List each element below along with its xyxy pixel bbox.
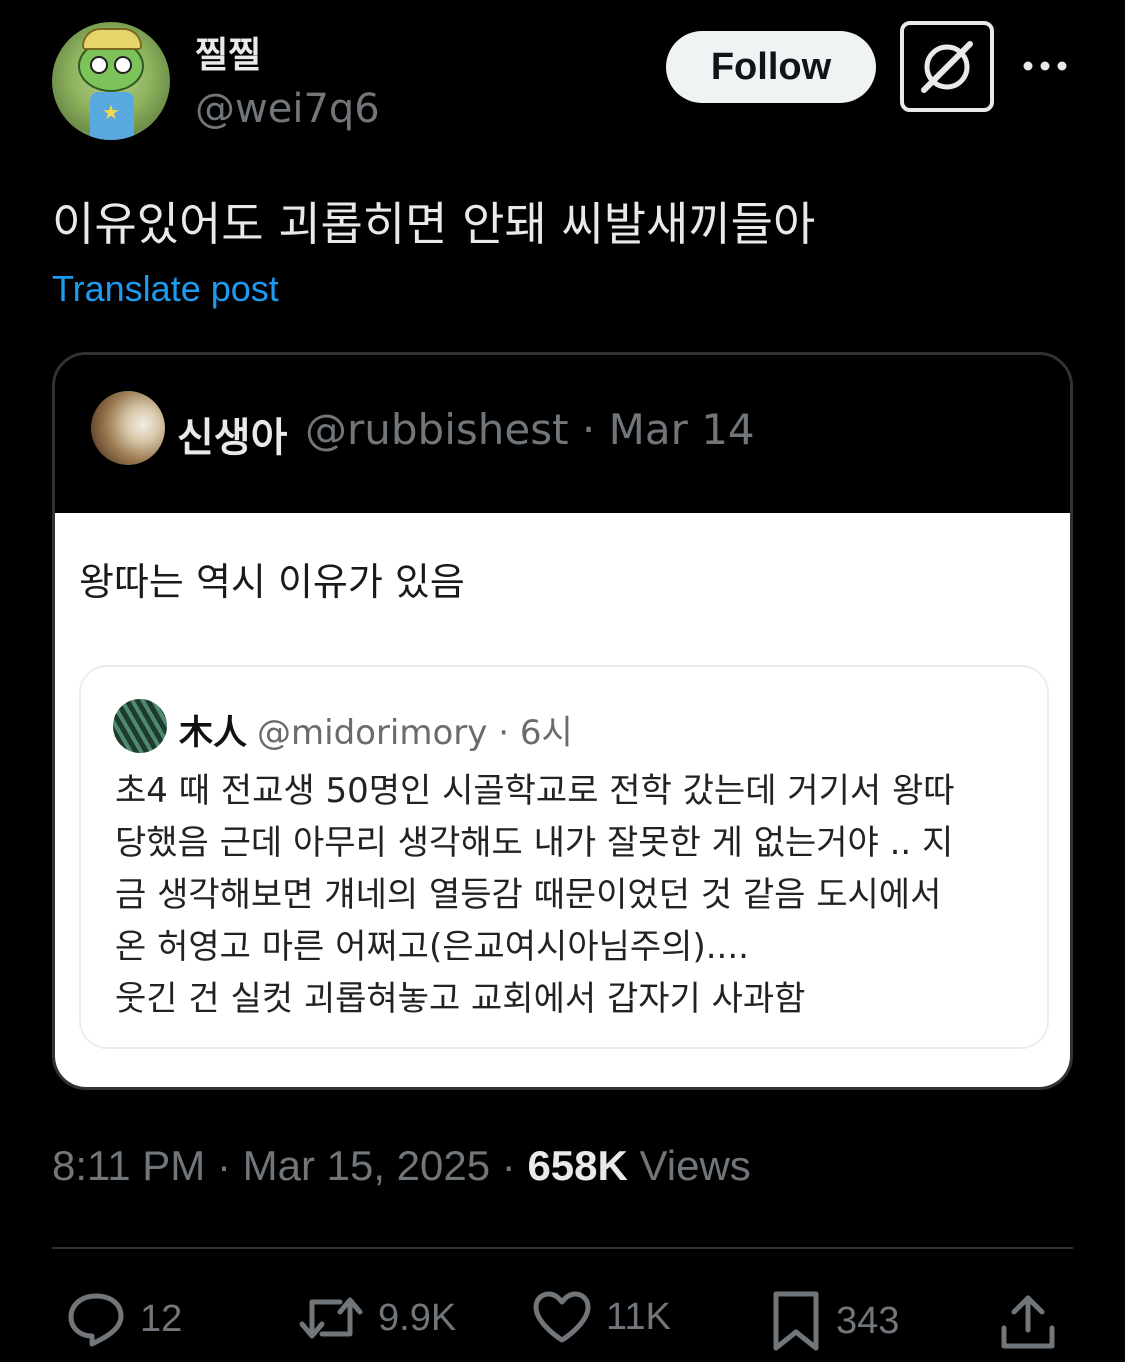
inner-author-meta: @midorimory · 6시 xyxy=(257,713,573,753)
reply-button[interactable]: 12 xyxy=(66,1290,182,1348)
grok-button[interactable] xyxy=(900,21,994,112)
reply-count: 12 xyxy=(140,1297,183,1340)
inner-post-line: 당했음 근데 아무리 생각해도 내가 잘못한 게 없는거야 .. 지 xyxy=(115,823,954,863)
bookmark-count: 343 xyxy=(836,1299,900,1342)
inner-screenshot-card: 木人 @midorimory · 6시 초4 때 전교생 50명인 시골학교로 … xyxy=(79,665,1049,1049)
tweet-timestamp: 8:11 PM · Mar 15, 2025 · 658K Views xyxy=(52,1142,751,1190)
divider xyxy=(52,1247,1073,1249)
inner-post-line: 초4 때 전교생 50명인 시골학교로 전학 갔는데 거기서 왕따 xyxy=(115,771,955,811)
tweet-text: 이유있어도 괴롭히면 안돼 씨발새끼들아 xyxy=(52,197,816,251)
views-label: Views xyxy=(627,1142,751,1189)
tweet-header: ★ 찔찔 @wei7q6 Follow xyxy=(0,0,1125,160)
more-dots-icon xyxy=(1023,61,1067,71)
bookmark-icon xyxy=(773,1291,819,1351)
quoted-tweet-card[interactable]: 신생아 @rubbishest · Mar 14 왕따는 역시 이유가 있음 木… xyxy=(52,352,1073,1090)
views-count: 658K xyxy=(527,1142,628,1189)
quoted-author-name: 신생아 xyxy=(177,415,288,461)
quoted-author-avatar xyxy=(91,391,165,465)
inner-author-name: 木人 xyxy=(179,713,247,753)
share-button[interactable] xyxy=(998,1290,1058,1352)
action-bar: 12 9.9K 11K 343 xyxy=(0,1280,1125,1362)
quoted-tweet-header: 신생아 @rubbishest · Mar 14 xyxy=(55,355,1070,513)
image-caption-text: 왕따는 역시 이유가 있음 xyxy=(79,560,465,604)
repost-icon xyxy=(299,1297,363,1339)
bookmark-button[interactable]: 343 xyxy=(770,1290,899,1352)
translate-post-link[interactable]: Translate post xyxy=(52,268,279,310)
follow-button[interactable]: Follow xyxy=(666,31,876,103)
heart-icon xyxy=(533,1291,591,1343)
time-date-text[interactable]: 8:11 PM · Mar 15, 2025 · xyxy=(52,1142,527,1189)
inner-post-line: 온 허영고 마른 어쩌고(은교여시아님주의).... xyxy=(115,927,749,967)
more-button[interactable] xyxy=(1018,48,1072,84)
like-button[interactable]: 11K xyxy=(532,1290,671,1344)
inner-post-line: 웃긴 건 실컷 괴롭혀놓고 교회에서 갑자기 사과함 xyxy=(115,979,806,1019)
quoted-tweet-image[interactable]: 왕따는 역시 이유가 있음 木人 @midorimory · 6시 초4 때 전… xyxy=(55,513,1070,1087)
inner-post-body: 초4 때 전교생 50명인 시골학교로 전학 갔는데 거기서 왕따 당했음 근데… xyxy=(115,765,1025,1025)
author-display-name[interactable]: 찔찔 xyxy=(195,26,261,78)
quoted-author-meta: @rubbishest · Mar 14 xyxy=(305,405,755,454)
grok-icon xyxy=(921,40,973,93)
inner-avatar xyxy=(113,699,167,753)
author-handle[interactable]: @wei7q6 xyxy=(195,86,380,132)
repost-count: 9.9K xyxy=(378,1296,457,1339)
reply-icon xyxy=(68,1293,124,1347)
share-icon xyxy=(1001,1295,1055,1349)
author-avatar[interactable]: ★ xyxy=(52,22,170,140)
repost-button[interactable]: 9.9K xyxy=(298,1290,456,1346)
inner-post-line: 금 생각해보면 걔네의 열등감 때문이었던 것 같음 도시에서 xyxy=(115,875,942,915)
like-count: 11K xyxy=(606,1295,671,1338)
